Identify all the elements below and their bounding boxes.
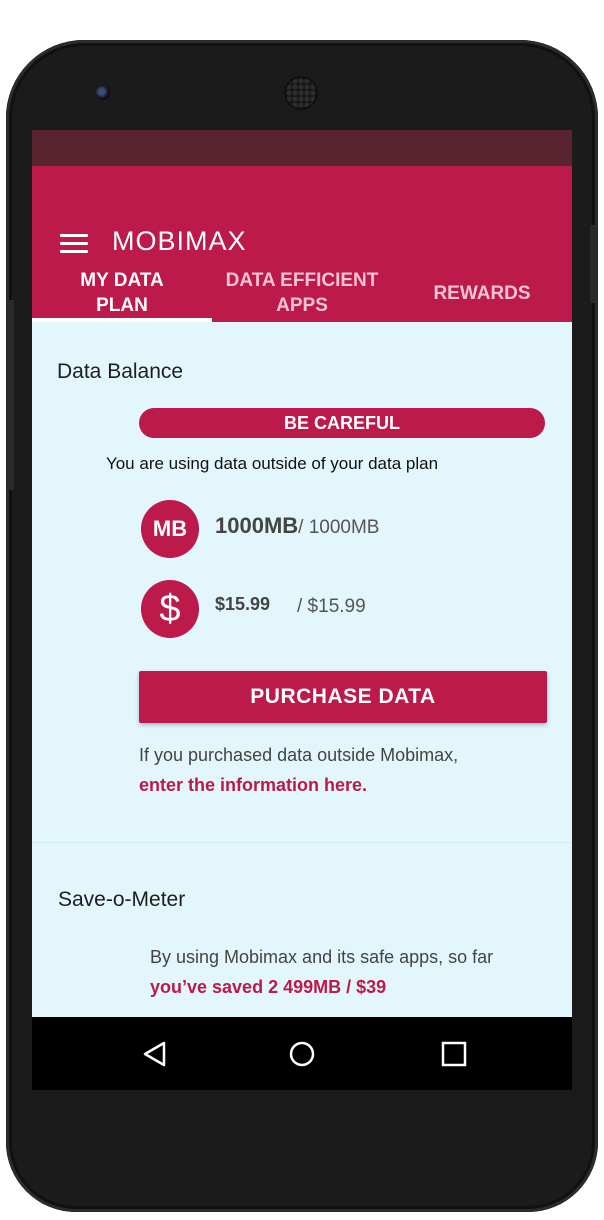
earpiece-speaker <box>286 78 316 108</box>
tab-my-data-plan[interactable]: MY DATA PLAN <box>32 264 212 322</box>
hamburger-menu-icon[interactable] <box>60 234 88 254</box>
savings-amount: you’ve saved 2 499MB / $39 <box>150 977 387 997</box>
tab-data-efficient-apps[interactable]: DATA EFFICIENT APPS <box>212 264 392 322</box>
save-o-meter-text: By using Mobimax and its safe apps, so f… <box>150 947 494 967</box>
data-usage: 1000MB/ 1000MB <box>215 513 379 539</box>
section-divider <box>32 842 572 843</box>
purchase-data-button[interactable]: PURCHASE DATA <box>139 671 547 723</box>
tab-label: REWARDS <box>433 282 531 304</box>
mb-icon: MB <box>141 500 199 558</box>
purchased-outside-text: If you purchased data outside Mobimax, <box>139 745 459 765</box>
navigation-bar <box>32 1017 572 1090</box>
data-balance-title: Data Balance <box>57 360 184 383</box>
main-content[interactable]: Data Balance BE CAREFUL You are using da… <box>32 322 572 1017</box>
recent-apps-icon[interactable] <box>437 1037 471 1071</box>
dollar-icon: $ <box>141 580 199 638</box>
screen: MOBIMAX MY DATA PLAN DATA EFFICIENT APPS… <box>32 130 572 1090</box>
cost-used: $15.99 <box>215 594 271 614</box>
save-o-meter-title: Save-o-Meter <box>58 888 186 911</box>
app-bar: MOBIMAX MY DATA PLAN DATA EFFICIENT APPS… <box>32 166 572 322</box>
data-limit: / 1000MB <box>298 517 380 538</box>
enter-information-link[interactable]: enter the information here. <box>139 775 367 796</box>
warning-badge: BE CAREFUL <box>139 408 545 438</box>
tab-bar: MY DATA PLAN DATA EFFICIENT APPS REWARDS <box>32 264 572 322</box>
tab-label: MY DATA PLAN <box>80 270 164 316</box>
tab-rewards[interactable]: REWARDS <box>392 264 572 322</box>
data-used: 1000MB <box>215 513 299 538</box>
volume-button <box>6 300 14 490</box>
app-title: MOBIMAX <box>112 226 247 256</box>
power-button <box>590 225 598 303</box>
status-bar <box>32 130 572 166</box>
tab-label: DATA EFFICIENT APPS <box>225 270 379 316</box>
back-icon[interactable] <box>138 1037 172 1071</box>
cost-limit: / $15.99 <box>297 596 366 617</box>
warning-text: You are using data outside of your data … <box>105 454 439 473</box>
home-icon[interactable] <box>285 1037 319 1071</box>
front-camera <box>96 86 110 100</box>
